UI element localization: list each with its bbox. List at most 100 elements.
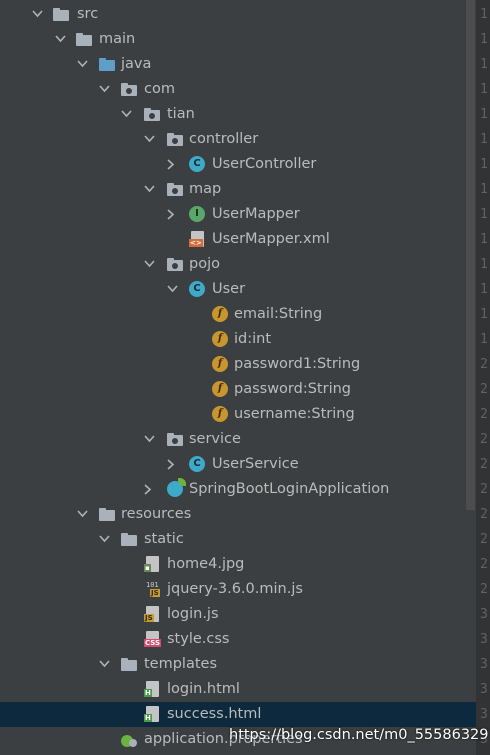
chevron-down-icon[interactable] [76, 502, 90, 527]
chevron-down-icon[interactable] [98, 527, 112, 552]
chevron-down-icon[interactable] [143, 127, 157, 152]
chevron-right-icon[interactable] [166, 152, 180, 177]
chevron-down-icon[interactable] [98, 652, 112, 677]
tree-item-label: tian [167, 106, 195, 122]
line-number: 1 [480, 132, 488, 147]
tree-item-label: UserMapper [212, 206, 300, 222]
line-number: 1 [480, 282, 488, 297]
field-icon: f [212, 381, 228, 397]
package-icon [167, 258, 183, 271]
tree-item-label: templates [144, 656, 218, 672]
tree-item-controller[interactable]: controller [0, 127, 476, 152]
tree-item-home4-jpg[interactable]: ▪ home4.jpg [0, 552, 476, 577]
line-number: 1 [480, 182, 488, 197]
line-number: 1 [480, 157, 488, 172]
line-number: 2 [480, 557, 488, 572]
chevron-down-icon[interactable] [98, 77, 112, 102]
tree-item-label: UserController [212, 156, 317, 172]
line-number: 1 [480, 57, 488, 72]
chevron-down-icon[interactable] [143, 252, 157, 277]
scrollbar-thumb[interactable] [466, 0, 475, 510]
chevron-down-icon[interactable] [143, 177, 157, 202]
jpg-tag: ▪ [144, 564, 151, 572]
html-file-icon: H [144, 681, 159, 697]
image-file-icon: ▪ [144, 556, 159, 572]
tree-item-usermapper[interactable]: I UserMapper [0, 202, 476, 227]
chevron-right-icon[interactable] [166, 452, 180, 477]
package-icon [167, 433, 183, 446]
tree-item-main[interactable]: main [0, 27, 476, 52]
line-number: 2 [480, 482, 488, 497]
tree-item-login-js[interactable]: JS login.js [0, 602, 476, 627]
tree-item-templates[interactable]: templates [0, 652, 476, 677]
tree-item-field-password1[interactable]: f password1:String [0, 352, 476, 377]
project-tree: src main java com tian controller C User… [0, 0, 476, 755]
line-number: 2 [480, 357, 488, 372]
tree-item-label: id:int [234, 331, 272, 347]
class-icon: C [189, 456, 205, 472]
vertical-scrollbar[interactable] [466, 0, 475, 755]
package-icon [167, 183, 183, 196]
tree-item-label: resources [121, 506, 192, 522]
package-icon [167, 133, 183, 146]
field-icon: f [212, 356, 228, 372]
tree-item-field-id[interactable]: f id:int [0, 327, 476, 352]
html-tag: H [144, 689, 152, 697]
tree-item-com[interactable]: com [0, 77, 476, 102]
chevron-down-icon[interactable] [166, 277, 180, 302]
tree-item-usercontroller[interactable]: C UserController [0, 152, 476, 177]
tree-item-userservice[interactable]: C UserService [0, 452, 476, 477]
chevron-down-icon[interactable] [143, 427, 157, 452]
tree-item-label: service [189, 431, 241, 447]
tree-item-label: java [121, 56, 152, 72]
tree-item-map[interactable]: map [0, 177, 476, 202]
line-number: 3 [480, 707, 488, 722]
line-number: 1 [480, 232, 488, 247]
tree-item-label: success.html [167, 706, 262, 722]
tree-item-service[interactable]: service [0, 427, 476, 452]
tree-item-jquery-js[interactable]: 101 JS jquery-3.6.0.min.js [0, 577, 476, 602]
chevron-down-icon[interactable] [54, 27, 68, 52]
line-number: 1 [480, 207, 488, 222]
line-number: 1 [480, 82, 488, 97]
chevron-down-icon[interactable] [31, 2, 45, 27]
line-number: 3 [480, 682, 488, 697]
field-icon: f [212, 306, 228, 322]
tree-item-src[interactable]: src [0, 2, 476, 27]
tree-item-static[interactable]: static [0, 527, 476, 552]
tree-item-resources[interactable]: resources [0, 502, 476, 527]
editor-line-gutter: 111111111111112222222222333333 [476, 0, 490, 755]
line-number: 1 [480, 107, 488, 122]
minified-js-file-icon: 101 JS [146, 581, 162, 597]
chevron-right-icon[interactable] [143, 477, 157, 502]
html-tag: H [144, 714, 152, 722]
line-number: 1 [480, 307, 488, 322]
class-icon: C [189, 156, 205, 172]
tree-item-field-username[interactable]: f username:String [0, 402, 476, 427]
tree-item-label: jquery-3.6.0.min.js [167, 581, 303, 597]
line-number: 2 [480, 532, 488, 547]
chevron-down-icon[interactable] [120, 102, 134, 127]
tree-item-success-html[interactable]: H success.html [0, 702, 476, 727]
chevron-down-icon[interactable] [76, 52, 90, 77]
tree-item-label: pojo [189, 256, 220, 272]
tree-item-style-css[interactable]: CSS style.css [0, 627, 476, 652]
field-icon: f [212, 406, 228, 422]
tree-item-java[interactable]: java [0, 52, 476, 77]
tree-item-springbootloginapplication[interactable]: SpringBootLoginApplication [0, 477, 476, 502]
tree-item-pojo[interactable]: pojo [0, 252, 476, 277]
js-file-icon: JS [144, 606, 159, 622]
chevron-right-icon[interactable] [166, 202, 180, 227]
xml-file-icon: <> [189, 231, 204, 247]
field-icon: f [212, 331, 228, 347]
tree-item-field-email[interactable]: f email:String [0, 302, 476, 327]
tree-item-user[interactable]: C User [0, 277, 476, 302]
tree-item-label: home4.jpg [167, 556, 245, 572]
tree-item-field-password[interactable]: f password:String [0, 377, 476, 402]
tree-item-login-html[interactable]: H login.html [0, 677, 476, 702]
tree-item-tian[interactable]: tian [0, 102, 476, 127]
line-number: 2 [480, 582, 488, 597]
line-number: 2 [480, 382, 488, 397]
tree-item-usermapper-xml[interactable]: <> UserMapper.xml [0, 227, 476, 252]
tree-item-label: style.css [167, 631, 230, 647]
